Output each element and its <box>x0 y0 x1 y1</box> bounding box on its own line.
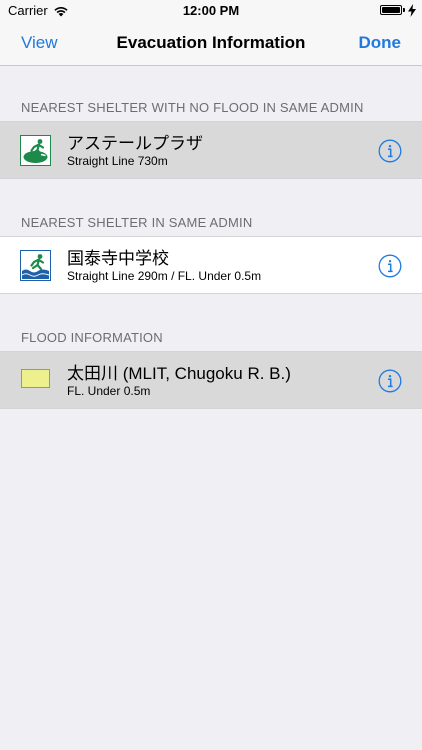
shelter-distance: Straight Line 730m <box>67 154 168 168</box>
battery-icon <box>380 5 405 15</box>
flood-evacuation-shelter-icon <box>20 250 51 281</box>
done-button[interactable]: Done <box>359 33 402 53</box>
list-item-same-admin-shelter[interactable]: 国泰寺中学校 Straight Line 290m / FL. Under 0.… <box>0 236 422 294</box>
shelter-name: 国泰寺中学校 <box>67 249 169 268</box>
info-icon[interactable] <box>378 254 402 278</box>
flood-level: FL. Under 0.5m <box>67 384 151 398</box>
status-bar: Carrier 12:00 PM <box>0 0 422 22</box>
navigation-bar: View Evacuation Information Done <box>0 22 422 66</box>
flood-level-color-swatch <box>21 369 50 388</box>
section-header-flood-information: FLOOD INFORMATION <box>21 330 163 345</box>
list-item-no-flood-shelter[interactable]: アステールプラザ Straight Line 730m <box>0 121 422 179</box>
section-header-same-admin-shelter: NEAREST SHELTER IN SAME ADMIN <box>21 215 253 230</box>
evacuation-shelter-icon <box>20 135 51 166</box>
info-icon[interactable] <box>378 369 402 393</box>
charging-bolt-icon <box>408 4 416 17</box>
section-header-no-flood-shelter: NEAREST SHELTER WITH NO FLOOD IN SAME AD… <box>21 100 364 115</box>
river-name: 太田川 (MLIT, Chugoku R. B.) <box>67 364 291 383</box>
status-time: 12:00 PM <box>182 3 240 18</box>
shelter-distance: Straight Line 290m / FL. Under 0.5m <box>67 269 262 283</box>
info-icon[interactable] <box>378 139 402 163</box>
shelter-name: アステールプラザ <box>67 134 203 153</box>
list-item-flood-information[interactable]: 太田川 (MLIT, Chugoku R. B.) FL. Under 0.5m <box>0 351 422 409</box>
